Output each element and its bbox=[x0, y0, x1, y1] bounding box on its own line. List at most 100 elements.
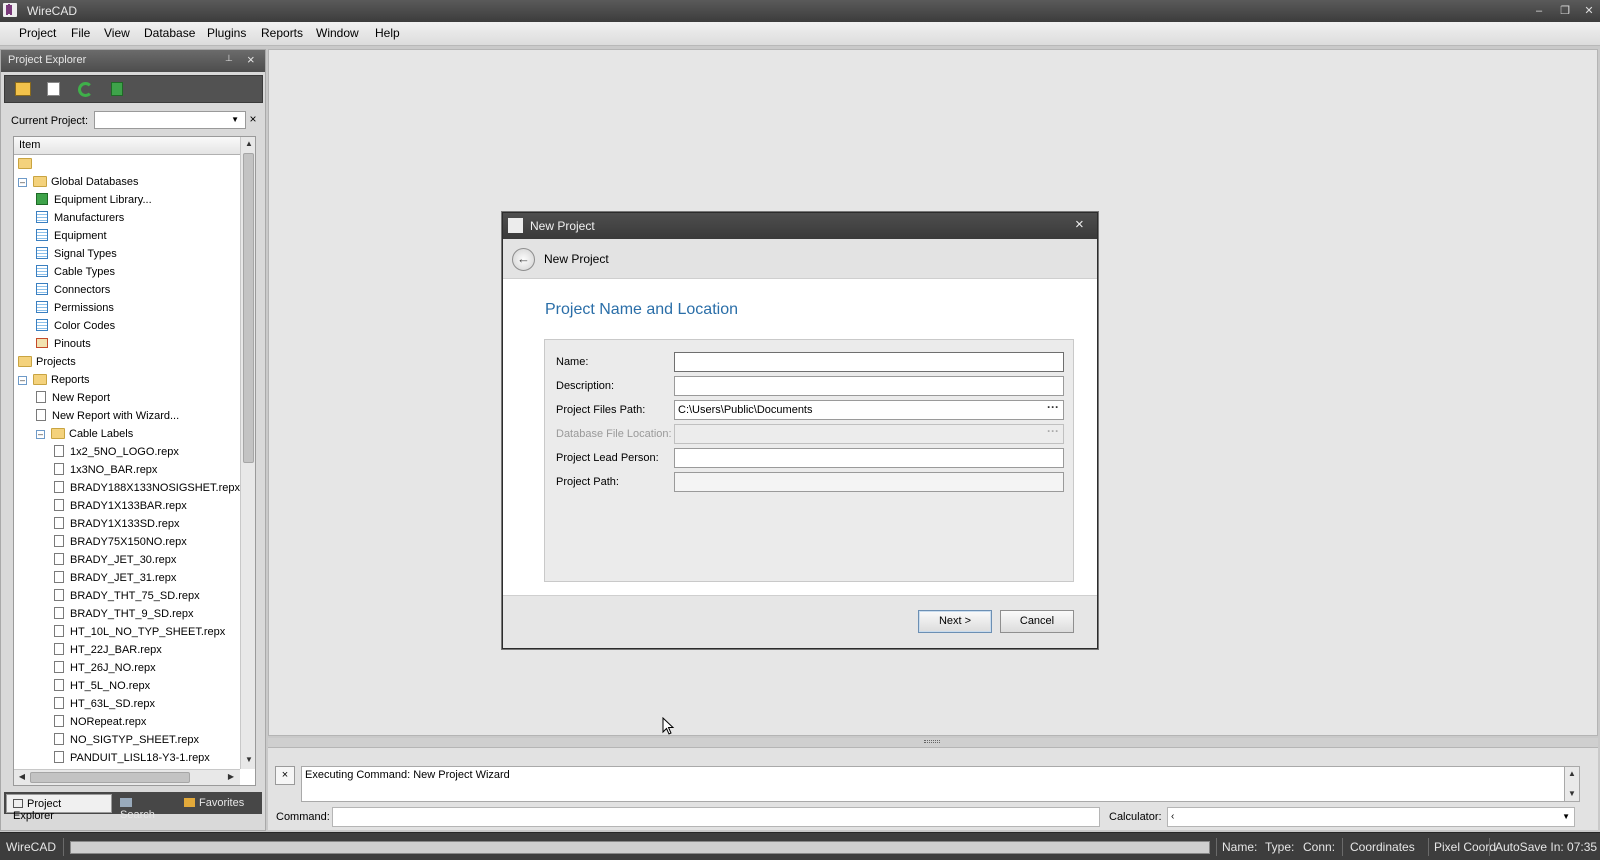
tree-item-label: Signal Types bbox=[54, 248, 117, 260]
tree-item[interactable]: HT_10L_NO_TYP_SHEET.repx bbox=[54, 623, 225, 641]
menu-reports[interactable]: Reports bbox=[261, 26, 303, 40]
tree-item[interactable]: HT_5L_NO.repx bbox=[54, 677, 150, 695]
menu-view[interactable]: View bbox=[104, 26, 130, 40]
output-splitter[interactable] bbox=[268, 738, 1598, 747]
project-files-path-input[interactable]: C:\Users\Public\Documents ··· bbox=[674, 400, 1064, 420]
tree-item[interactable]: Equipment Library... bbox=[36, 191, 152, 209]
tree-item[interactable]: BRADY_THT_9_SD.repx bbox=[54, 605, 194, 623]
output-scroll-up-icon[interactable]: ▲ bbox=[1565, 769, 1579, 778]
tree-item[interactable]: Connectors bbox=[36, 281, 110, 299]
menu-file[interactable]: File bbox=[71, 26, 90, 40]
tree-item[interactable]: Permissions bbox=[36, 299, 114, 317]
project-lead-person-input[interactable] bbox=[674, 448, 1064, 468]
project-path-input[interactable] bbox=[674, 472, 1064, 492]
output-scrollbar[interactable]: ▲ ▼ bbox=[1564, 766, 1580, 802]
tree-item[interactable]: – Cable Labels bbox=[36, 425, 133, 443]
current-project-dropdown[interactable]: ▼ bbox=[94, 111, 246, 129]
tree-item-label: Permissions bbox=[54, 302, 114, 314]
tree-item[interactable]: BRADY1X133SD.repx bbox=[54, 515, 179, 533]
name-label: Name: bbox=[556, 356, 589, 368]
back-arrow-icon[interactable]: ← bbox=[512, 248, 535, 271]
next-button[interactable]: Next > bbox=[918, 610, 992, 633]
tree-vertical-scrollbar[interactable]: ▲ ▼ bbox=[240, 137, 255, 769]
panel-close-icon[interactable]: × bbox=[247, 52, 255, 67]
tree-item[interactable]: 1x2_5NO_LOGO.repx bbox=[54, 443, 179, 461]
new-document-icon[interactable] bbox=[47, 82, 60, 96]
tree-item[interactable]: Signal Types bbox=[36, 245, 117, 263]
refresh-icon[interactable] bbox=[78, 82, 93, 97]
tree-column-header[interactable]: Item bbox=[14, 137, 240, 155]
tree-item[interactable]: Projects bbox=[18, 353, 76, 371]
description-input[interactable] bbox=[674, 376, 1064, 396]
search-icon bbox=[120, 798, 132, 807]
wizard-nav-title: New Project bbox=[544, 252, 609, 266]
tree-item[interactable] bbox=[18, 155, 36, 173]
menu-project[interactable]: Project bbox=[19, 26, 56, 40]
menu-database[interactable]: Database bbox=[144, 26, 195, 40]
collapse-toggle-icon[interactable]: – bbox=[18, 376, 27, 385]
tree-item[interactable]: NO_SIGTYP_SHEET.repx bbox=[54, 731, 199, 749]
vertical-scroll-thumb[interactable] bbox=[243, 153, 254, 463]
tree-item[interactable]: BRADY1X133BAR.repx bbox=[54, 497, 187, 515]
tree-item-label: New Report bbox=[52, 392, 111, 404]
tab-project-explorer[interactable]: Project Explorer bbox=[6, 794, 112, 822]
tree-item[interactable]: – Global Databases bbox=[18, 173, 138, 191]
cancel-button[interactable]: Cancel bbox=[1000, 610, 1074, 633]
calculator-dropdown[interactable]: ‹ ▼ bbox=[1167, 807, 1575, 827]
tree-item[interactable]: Color Codes bbox=[36, 317, 115, 335]
tree-item[interactable]: 1x3NO_BAR.repx bbox=[54, 461, 157, 479]
tree-item[interactable]: Pinouts bbox=[36, 335, 91, 353]
menu-plugins[interactable]: Plugins bbox=[207, 26, 246, 40]
menu-window[interactable]: Window bbox=[316, 26, 359, 40]
scroll-down-icon[interactable]: ▼ bbox=[242, 755, 255, 764]
tree-item[interactable]: BRADY75X150NO.repx bbox=[54, 533, 187, 551]
name-input[interactable] bbox=[674, 352, 1064, 372]
close-window-button[interactable]: ✕ bbox=[1580, 3, 1598, 19]
collapse-toggle-icon[interactable]: – bbox=[18, 178, 27, 187]
chevron-down-icon[interactable]: ▼ bbox=[231, 115, 239, 124]
pin-icon[interactable]: ⊥ bbox=[225, 53, 233, 64]
scroll-right-icon[interactable]: ▶ bbox=[224, 772, 238, 781]
output-close-icon[interactable]: × bbox=[275, 766, 295, 785]
tab-favorites[interactable]: Favorites bbox=[178, 794, 254, 813]
restore-button[interactable]: ❐ bbox=[1556, 3, 1574, 19]
tree-item[interactable]: NORepeat.repx bbox=[54, 713, 146, 731]
tree-item[interactable]: – Reports bbox=[18, 371, 90, 389]
tree-item[interactable]: Manufacturers bbox=[36, 209, 124, 227]
tab-search[interactable]: Search bbox=[114, 794, 176, 821]
open-folder-icon[interactable] bbox=[15, 82, 31, 96]
tree-item[interactable]: HT_26J_NO.repx bbox=[54, 659, 156, 677]
scroll-left-icon[interactable]: ◀ bbox=[15, 772, 29, 781]
tree-item[interactable]: PANDUIT_LISL18-Y3-1.repx bbox=[54, 749, 210, 767]
clear-project-icon[interactable]: × bbox=[245, 111, 261, 129]
tree-item[interactable]: New Report with Wizard... bbox=[36, 407, 179, 425]
tree-item[interactable]: HT_22J_BAR.repx bbox=[54, 641, 162, 659]
tree-item[interactable]: Equipment bbox=[36, 227, 107, 245]
tree-item-label: Pinouts bbox=[54, 338, 91, 350]
tree-item[interactable]: BRADY188X133NOSIGSHET.repx bbox=[54, 479, 240, 497]
tree-item-label: Equipment bbox=[54, 230, 107, 242]
dialog-close-icon[interactable]: × bbox=[1075, 216, 1084, 233]
table-icon bbox=[36, 319, 48, 331]
table-icon bbox=[36, 301, 48, 313]
command-input[interactable] bbox=[332, 807, 1100, 827]
menu-help[interactable]: Help bbox=[375, 26, 400, 40]
minimize-button[interactable]: – bbox=[1530, 3, 1548, 19]
horizontal-scroll-thumb[interactable] bbox=[30, 772, 190, 783]
tree-item[interactable]: Cable Types bbox=[36, 263, 115, 281]
output-scroll-down-icon[interactable]: ▼ bbox=[1565, 789, 1579, 798]
tree-item[interactable]: BRADY_JET_31.repx bbox=[54, 569, 176, 587]
equipment-library-icon[interactable] bbox=[111, 82, 123, 96]
tree-horizontal-scrollbar[interactable]: ◀ ▶ bbox=[14, 769, 240, 785]
tree-item[interactable]: New Report bbox=[36, 389, 110, 407]
scroll-up-icon[interactable]: ▲ bbox=[242, 139, 255, 148]
collapse-toggle-icon[interactable]: – bbox=[36, 430, 45, 439]
dialog-title: New Project bbox=[530, 219, 595, 233]
status-separator bbox=[1489, 838, 1490, 856]
tree-item[interactable]: HT_63L_SD.repx bbox=[54, 695, 155, 713]
status-progress-bar bbox=[70, 841, 1210, 854]
tree-item[interactable]: BRADY_THT_75_SD.repx bbox=[54, 587, 200, 605]
browse-path-button[interactable]: ··· bbox=[1047, 400, 1059, 414]
calculator-chevron-icon[interactable]: ▼ bbox=[1562, 812, 1570, 821]
tree-item[interactable]: BRADY_JET_30.repx bbox=[54, 551, 176, 569]
